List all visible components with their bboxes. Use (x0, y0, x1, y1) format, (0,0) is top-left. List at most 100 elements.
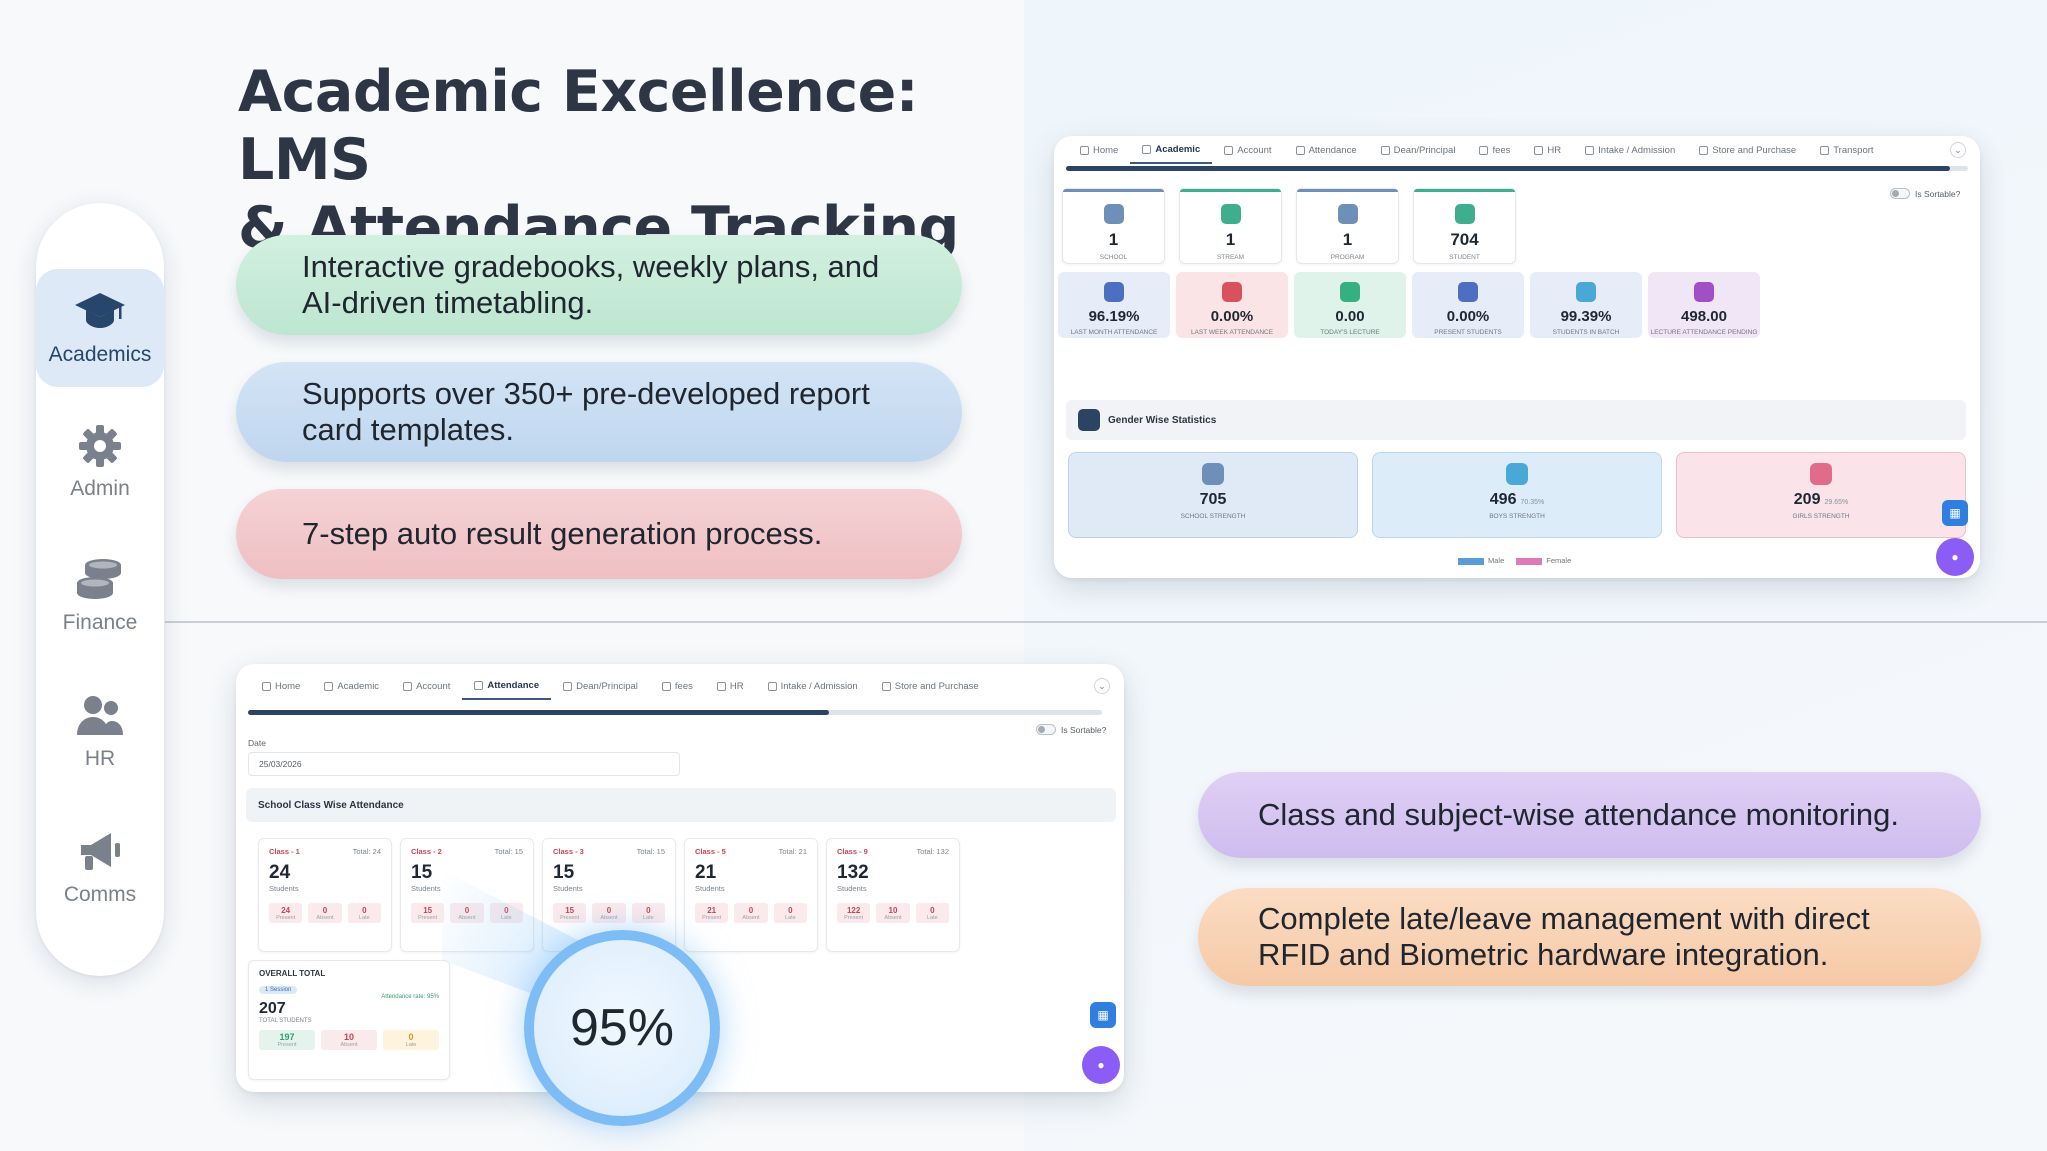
sidebar-item-admin[interactable]: Admin (36, 403, 164, 521)
card-label: Stream (1216, 254, 1245, 261)
chatbot-icon[interactable]: ● (1082, 1046, 1120, 1084)
stat-icon (1458, 282, 1478, 302)
apps-grid-icon[interactable]: ▦ (1942, 500, 1968, 526)
sidebar: Academics Admin Finance HR Comms (36, 203, 164, 976)
top-nav: Home Academic Account Attendance Dean/Princi… (236, 672, 1124, 700)
class-present: 21 Present (695, 903, 729, 923)
tab-intake-admission[interactable]: Intake / Admission (1573, 136, 1687, 164)
card-icon (1103, 204, 1124, 224)
tab-fees[interactable]: fees (1467, 136, 1522, 164)
class-total: Total: 132 (916, 847, 949, 856)
tab-dean-principal[interactable]: Dean/Principal (551, 672, 650, 700)
card-value: 704 (1450, 230, 1479, 249)
class-card[interactable]: Class - 9 Total: 132 132 Students 122 Present… (826, 838, 960, 952)
sidebar-item-label: Finance (62, 611, 138, 634)
sidebar-item-comms[interactable]: Comms (36, 809, 164, 927)
class-card[interactable]: Class - 1 Total: 24 24 Students 24 Present 0 Ab… (258, 838, 392, 952)
class-name: Class - 2 (411, 847, 442, 856)
gender-stat-card: 705 School Strength (1068, 452, 1358, 538)
academic-dashboard-screenshot: Home Academic Account Attendance Dean/Princi… (1054, 136, 1980, 578)
tab-label: Store and Purchase (1712, 144, 1797, 156)
sidebar-item-label: Comms (63, 883, 137, 906)
card-value: 1 (1108, 230, 1119, 249)
tab-account[interactable]: Account (391, 672, 462, 700)
tab-transport[interactable]: Transport (1808, 136, 1885, 164)
tab-hr[interactable]: HR (1522, 136, 1573, 164)
sidebar-item-finance[interactable]: Finance (36, 537, 164, 655)
tab-academic[interactable]: Academic (1130, 136, 1213, 164)
chevron-down-icon[interactable]: ⌄ (1094, 678, 1110, 694)
card-value: 1 (1225, 230, 1236, 249)
card-label: School (1099, 254, 1128, 261)
class-count: 132 (837, 862, 869, 883)
apps-grid-icon[interactable]: ▦ (1090, 1002, 1116, 1028)
tab-label: Intake / Admission (1598, 144, 1676, 156)
gender-icon (1506, 463, 1528, 485)
class-count: 24 (269, 862, 291, 883)
chevron-down-icon[interactable]: ⌄ (1950, 142, 1966, 158)
chatbot-icon[interactable]: ● (1936, 538, 1974, 576)
card-icon (1454, 204, 1475, 224)
card-label: Program (1330, 254, 1365, 261)
feature-gradebooks: Interactive gradebooks, weekly plans, an… (236, 235, 962, 335)
tab-icon (1479, 145, 1489, 155)
class-card[interactable]: Class - 5 Total: 21 21 Students 21 Present 0 Ab… (684, 838, 818, 952)
gender-label: School Strength (1180, 513, 1246, 520)
stat-value: 0.00% (1446, 308, 1490, 325)
overall-absent: 10 Absent (321, 1030, 377, 1050)
page-title: Academic Excellence: LMS & Attendance Tr… (238, 59, 959, 261)
stat-icon (1104, 282, 1124, 302)
tab-label: Academic (1155, 143, 1201, 155)
tab-icon (1820, 145, 1830, 155)
class-absent: 0Absent (308, 903, 342, 923)
stat-card: 0.00% Present Students (1412, 272, 1524, 338)
class-sub: Students (837, 884, 867, 893)
class-sub: Students (695, 884, 725, 893)
tab-store-and-purchase[interactable]: Store and Purchase (870, 672, 991, 700)
stat-value: 0.00 (1335, 308, 1365, 325)
tab-intake-admission[interactable]: Intake / Admission (756, 672, 870, 700)
tab-fees[interactable]: fees (650, 672, 705, 700)
sortable-toggle[interactable]: Is Sortable? (1890, 188, 1960, 199)
card-label: Student (1449, 254, 1480, 261)
sortable-toggle[interactable]: Is Sortable? (1036, 724, 1106, 735)
class-name: Class - 1 (269, 847, 300, 856)
tab-label: Intake / Admission (780, 680, 858, 692)
class-present: 15 Present (553, 903, 587, 923)
class-total: Total: 15 (494, 847, 523, 856)
class-present: 24 Present (269, 903, 303, 923)
card-icon (1337, 204, 1358, 224)
date-field[interactable]: 25/03/2026 (248, 752, 680, 776)
gender-stat-card: 209 29.65% Girls Strength (1676, 452, 1966, 538)
tab-icon (1534, 145, 1544, 155)
tab-attendance[interactable]: Attendance (1284, 136, 1369, 164)
stat-label: Last Month Attendance (1070, 329, 1158, 336)
overall-late: 0 Late (383, 1030, 439, 1050)
gender-icon (1810, 463, 1832, 485)
stat-icon (1576, 282, 1596, 302)
tab-dean-principal[interactable]: Dean/Principal (1369, 136, 1468, 164)
card-icon (1220, 204, 1241, 224)
tab-label: HR (1547, 144, 1562, 156)
class-sub: Students (553, 884, 583, 893)
tab-label: fees (1492, 144, 1511, 156)
tab-account[interactable]: Account (1212, 136, 1283, 164)
class-present: 15 Present (411, 903, 445, 923)
tab-icon (1295, 145, 1305, 155)
sidebar-item-hr[interactable]: HR (36, 673, 164, 791)
stat-label: Last Week Attendance (1190, 329, 1274, 336)
tab-attendance[interactable]: Attendance (462, 672, 552, 700)
tab-academic[interactable]: Academic (312, 672, 391, 700)
tab-home[interactable]: Home (1068, 136, 1130, 164)
gender-icon (1202, 463, 1224, 485)
tab-hr[interactable]: HR (705, 672, 756, 700)
overall-sub: TOTAL STUDENTS (259, 1018, 312, 1024)
tab-icon (1699, 145, 1709, 155)
tab-home[interactable]: Home (250, 672, 312, 700)
tab-icon (1380, 145, 1390, 155)
sidebar-item-academics[interactable]: Academics (36, 269, 164, 387)
users-icon (77, 696, 123, 735)
class-name: Class - 5 (695, 847, 726, 856)
tab-store-and-purchase[interactable]: Store and Purchase (1687, 136, 1808, 164)
feature-attendance-monitoring: Class and subject-wise attendance monito… (1198, 772, 1981, 858)
